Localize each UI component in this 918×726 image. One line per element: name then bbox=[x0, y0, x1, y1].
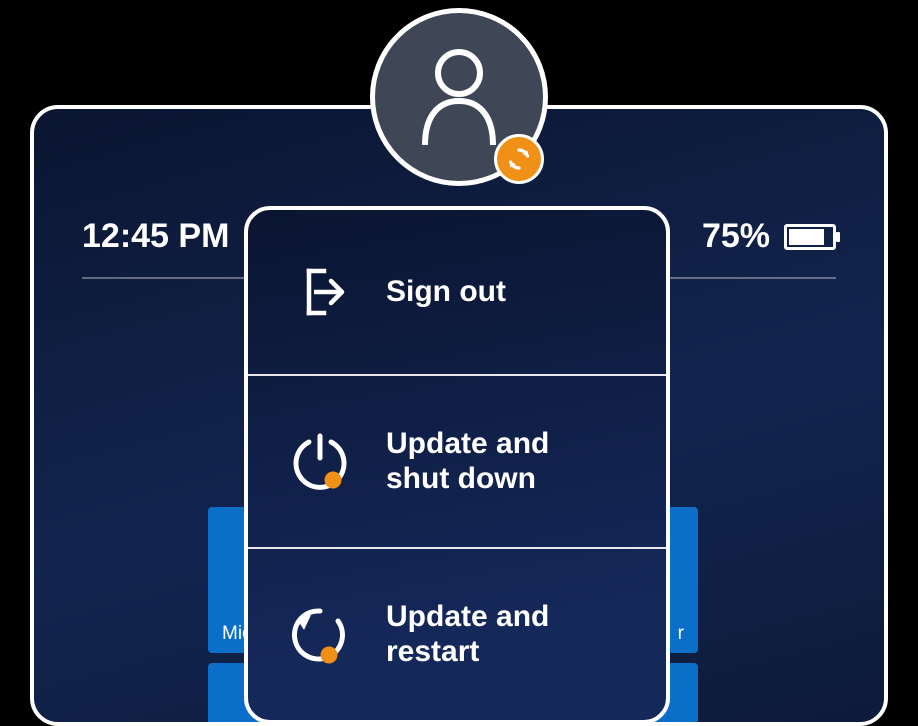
user-avatar[interactable] bbox=[370, 8, 548, 186]
menu-label: Update and restart bbox=[386, 599, 616, 670]
sign-out-icon bbox=[288, 260, 352, 324]
clock-time: 12:45 PM bbox=[82, 217, 229, 256]
power-menu: Sign out Update and shut down Update and… bbox=[244, 206, 670, 724]
battery-status: 75% bbox=[702, 217, 836, 256]
power-update-icon bbox=[288, 429, 352, 493]
sync-badge bbox=[494, 134, 544, 184]
restart-update-icon bbox=[288, 602, 352, 666]
menu-label: Sign out bbox=[386, 274, 506, 309]
menu-label: Update and shut down bbox=[386, 426, 616, 497]
battery-fill bbox=[789, 229, 824, 245]
menu-item-update-shutdown[interactable]: Update and shut down bbox=[248, 374, 666, 547]
person-icon bbox=[413, 47, 505, 147]
menu-item-update-restart[interactable]: Update and restart bbox=[248, 547, 666, 720]
sync-icon bbox=[505, 145, 533, 173]
battery-icon bbox=[784, 224, 836, 250]
app-tile-label: r bbox=[678, 623, 684, 645]
menu-item-sign-out[interactable]: Sign out bbox=[248, 210, 666, 374]
battery-percent: 75% bbox=[702, 217, 770, 256]
